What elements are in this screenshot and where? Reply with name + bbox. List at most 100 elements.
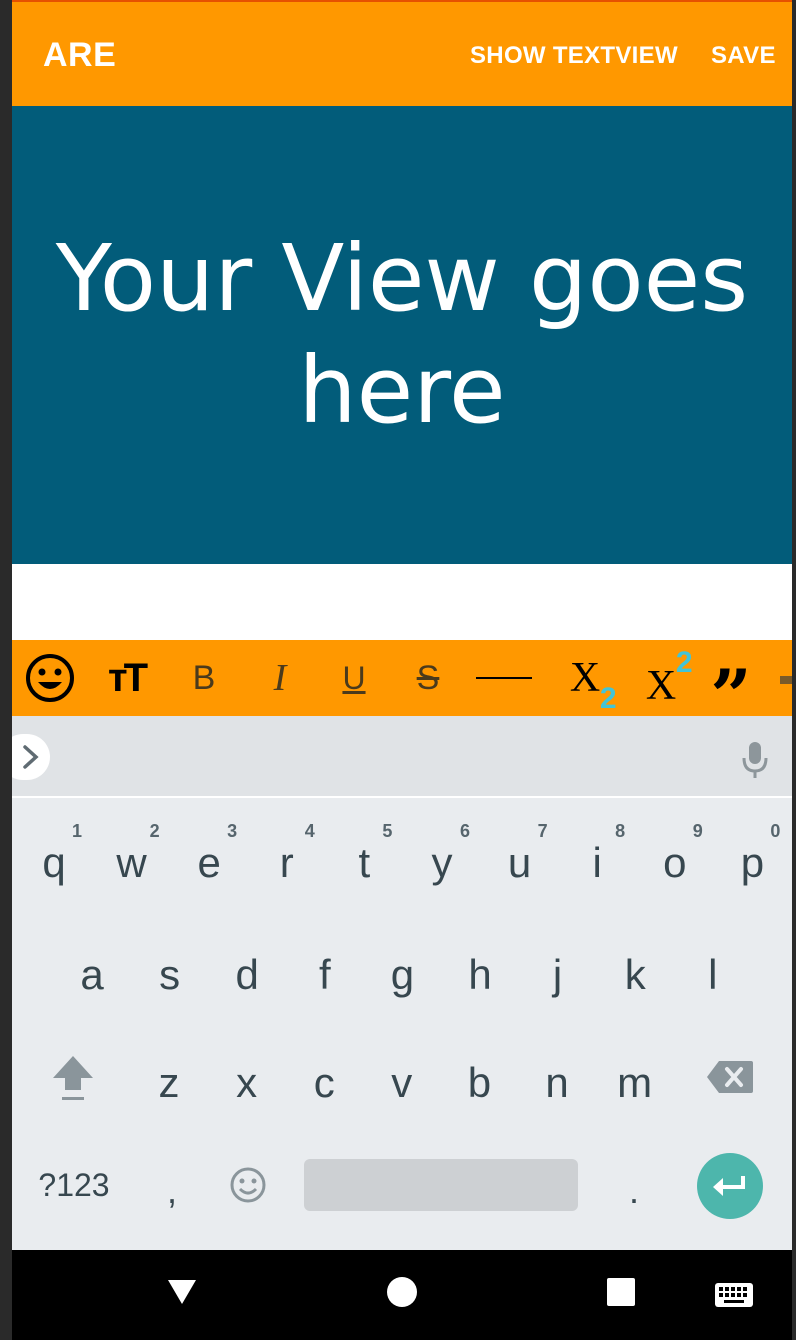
font-size-button[interactable]: тT bbox=[98, 640, 154, 716]
key-label: e bbox=[197, 839, 221, 886]
subscript-icon: X 2 bbox=[569, 654, 617, 715]
subscript-letter: X bbox=[569, 655, 601, 701]
quote-button[interactable]: ” bbox=[706, 640, 756, 738]
key-label: r bbox=[279, 839, 294, 886]
key-k[interactable]: k bbox=[597, 919, 673, 1019]
subscript-button[interactable]: X 2 bbox=[550, 640, 620, 716]
key-i[interactable]: 8i bbox=[559, 807, 635, 907]
key-r[interactable]: 4r bbox=[249, 807, 325, 907]
recents-icon[interactable] bbox=[606, 1276, 636, 1308]
key-label: a bbox=[80, 951, 104, 998]
key-hint: 4 bbox=[304, 821, 315, 841]
key-x[interactable]: x bbox=[209, 1027, 285, 1127]
superscript-letter: X bbox=[645, 663, 677, 709]
key-label: t bbox=[358, 839, 371, 886]
key-p[interactable]: 0p bbox=[714, 807, 790, 907]
symbols-key[interactable]: ?123 bbox=[32, 1160, 116, 1210]
app-title: ARE bbox=[43, 36, 117, 74]
emoji-key[interactable] bbox=[210, 1135, 286, 1235]
save-button[interactable]: SAVE bbox=[711, 42, 776, 70]
key-t[interactable]: 5t bbox=[326, 807, 402, 907]
key-label: s bbox=[159, 951, 181, 998]
bold-button[interactable]: B bbox=[184, 640, 224, 716]
placeholder-text: Your View goes here bbox=[55, 225, 749, 444]
formatting-toolbar: тT B I U S X 2 X 2 ” bbox=[12, 640, 792, 738]
strikethrough-button[interactable]: S bbox=[408, 640, 448, 716]
superscript-button[interactable]: X 2 bbox=[626, 640, 696, 716]
key-q[interactable]: 1q bbox=[16, 807, 92, 907]
key-w[interactable]: 2w bbox=[94, 807, 170, 907]
key-v[interactable]: v bbox=[364, 1027, 440, 1127]
expand-button[interactable] bbox=[12, 734, 50, 780]
suggestion-strip bbox=[12, 716, 792, 798]
horizontal-rule-button[interactable] bbox=[474, 640, 534, 716]
soft-keyboard: 1q2w3e4r5t6y7u8i9o0p asdfghjkl zxcvbnm ?… bbox=[12, 716, 792, 1250]
mic-icon bbox=[742, 742, 768, 778]
key-label: u bbox=[507, 839, 532, 886]
show-textview-button[interactable]: SHOW TEXTVIEW bbox=[470, 42, 678, 70]
key-label: v bbox=[391, 1059, 413, 1106]
key-o[interactable]: 9o bbox=[637, 807, 713, 907]
rich-text-editor[interactable] bbox=[12, 564, 792, 640]
key-hint: 1 bbox=[71, 821, 82, 841]
key-hint: 8 bbox=[615, 821, 626, 841]
superscript-mark: 2 bbox=[675, 646, 693, 679]
key-f[interactable]: f bbox=[287, 919, 363, 1019]
custom-view-area: Your View goes here bbox=[12, 106, 792, 564]
keyboard-switch-icon[interactable] bbox=[714, 1282, 754, 1310]
key-hint: 7 bbox=[537, 821, 548, 841]
italic-button[interactable]: I bbox=[260, 640, 300, 716]
key-label: g bbox=[390, 951, 415, 998]
emoji-icon bbox=[230, 1167, 266, 1203]
key-label: h bbox=[468, 951, 492, 998]
emoji-icon bbox=[26, 654, 74, 702]
key-u[interactable]: 7u bbox=[482, 807, 558, 907]
key-a[interactable]: a bbox=[54, 919, 130, 1019]
mic-button[interactable] bbox=[740, 740, 770, 780]
key-label: m bbox=[617, 1059, 653, 1106]
key-label: f bbox=[318, 951, 331, 998]
subscript-mark: 2 bbox=[599, 682, 617, 715]
key-d[interactable]: d bbox=[209, 919, 285, 1019]
shift-key[interactable] bbox=[35, 1027, 111, 1127]
key-n[interactable]: n bbox=[519, 1027, 595, 1127]
period-key[interactable]: . bbox=[596, 1135, 672, 1235]
device-screen: ARE SHOW TEXTVIEW SAVE Your View goes he… bbox=[12, 0, 792, 1340]
shift-icon bbox=[53, 1056, 93, 1100]
backspace-key[interactable] bbox=[692, 1027, 768, 1127]
key-label: x bbox=[236, 1059, 258, 1106]
key-z[interactable]: z bbox=[131, 1027, 207, 1127]
key-b[interactable]: b bbox=[441, 1027, 517, 1127]
key-label: c bbox=[313, 1059, 335, 1106]
key-hint: 6 bbox=[459, 821, 470, 841]
underline-button[interactable]: U bbox=[334, 640, 374, 716]
key-y[interactable]: 6y bbox=[404, 807, 480, 907]
key-label: n bbox=[545, 1059, 569, 1106]
system-nav-bar bbox=[12, 1250, 792, 1340]
key-label: o bbox=[663, 839, 687, 886]
scroll-indicator-icon bbox=[780, 676, 792, 684]
key-e[interactable]: 3e bbox=[171, 807, 247, 907]
key-l[interactable]: l bbox=[675, 919, 751, 1019]
toolbar-more-indicator bbox=[778, 640, 792, 716]
space-key[interactable] bbox=[304, 1159, 578, 1211]
back-icon[interactable] bbox=[166, 1276, 198, 1308]
key-g[interactable]: g bbox=[364, 919, 440, 1019]
key-label: d bbox=[235, 951, 259, 998]
key-s[interactable]: s bbox=[132, 919, 208, 1019]
home-icon[interactable] bbox=[386, 1276, 418, 1308]
comma-key[interactable]: , bbox=[134, 1135, 210, 1235]
key-hint: 0 bbox=[770, 821, 781, 841]
enter-key[interactable] bbox=[697, 1153, 763, 1219]
key-j[interactable]: j bbox=[520, 919, 596, 1019]
key-h[interactable]: h bbox=[442, 919, 518, 1019]
period-key-label: . bbox=[628, 1170, 639, 1211]
key-label: i bbox=[592, 839, 602, 886]
key-label: b bbox=[467, 1059, 492, 1106]
emoji-button[interactable] bbox=[22, 640, 78, 716]
key-hint: 9 bbox=[692, 821, 703, 841]
key-c[interactable]: c bbox=[286, 1027, 362, 1127]
key-m[interactable]: m bbox=[597, 1027, 673, 1127]
backspace-icon bbox=[707, 1061, 753, 1093]
key-hint: 3 bbox=[227, 821, 238, 841]
